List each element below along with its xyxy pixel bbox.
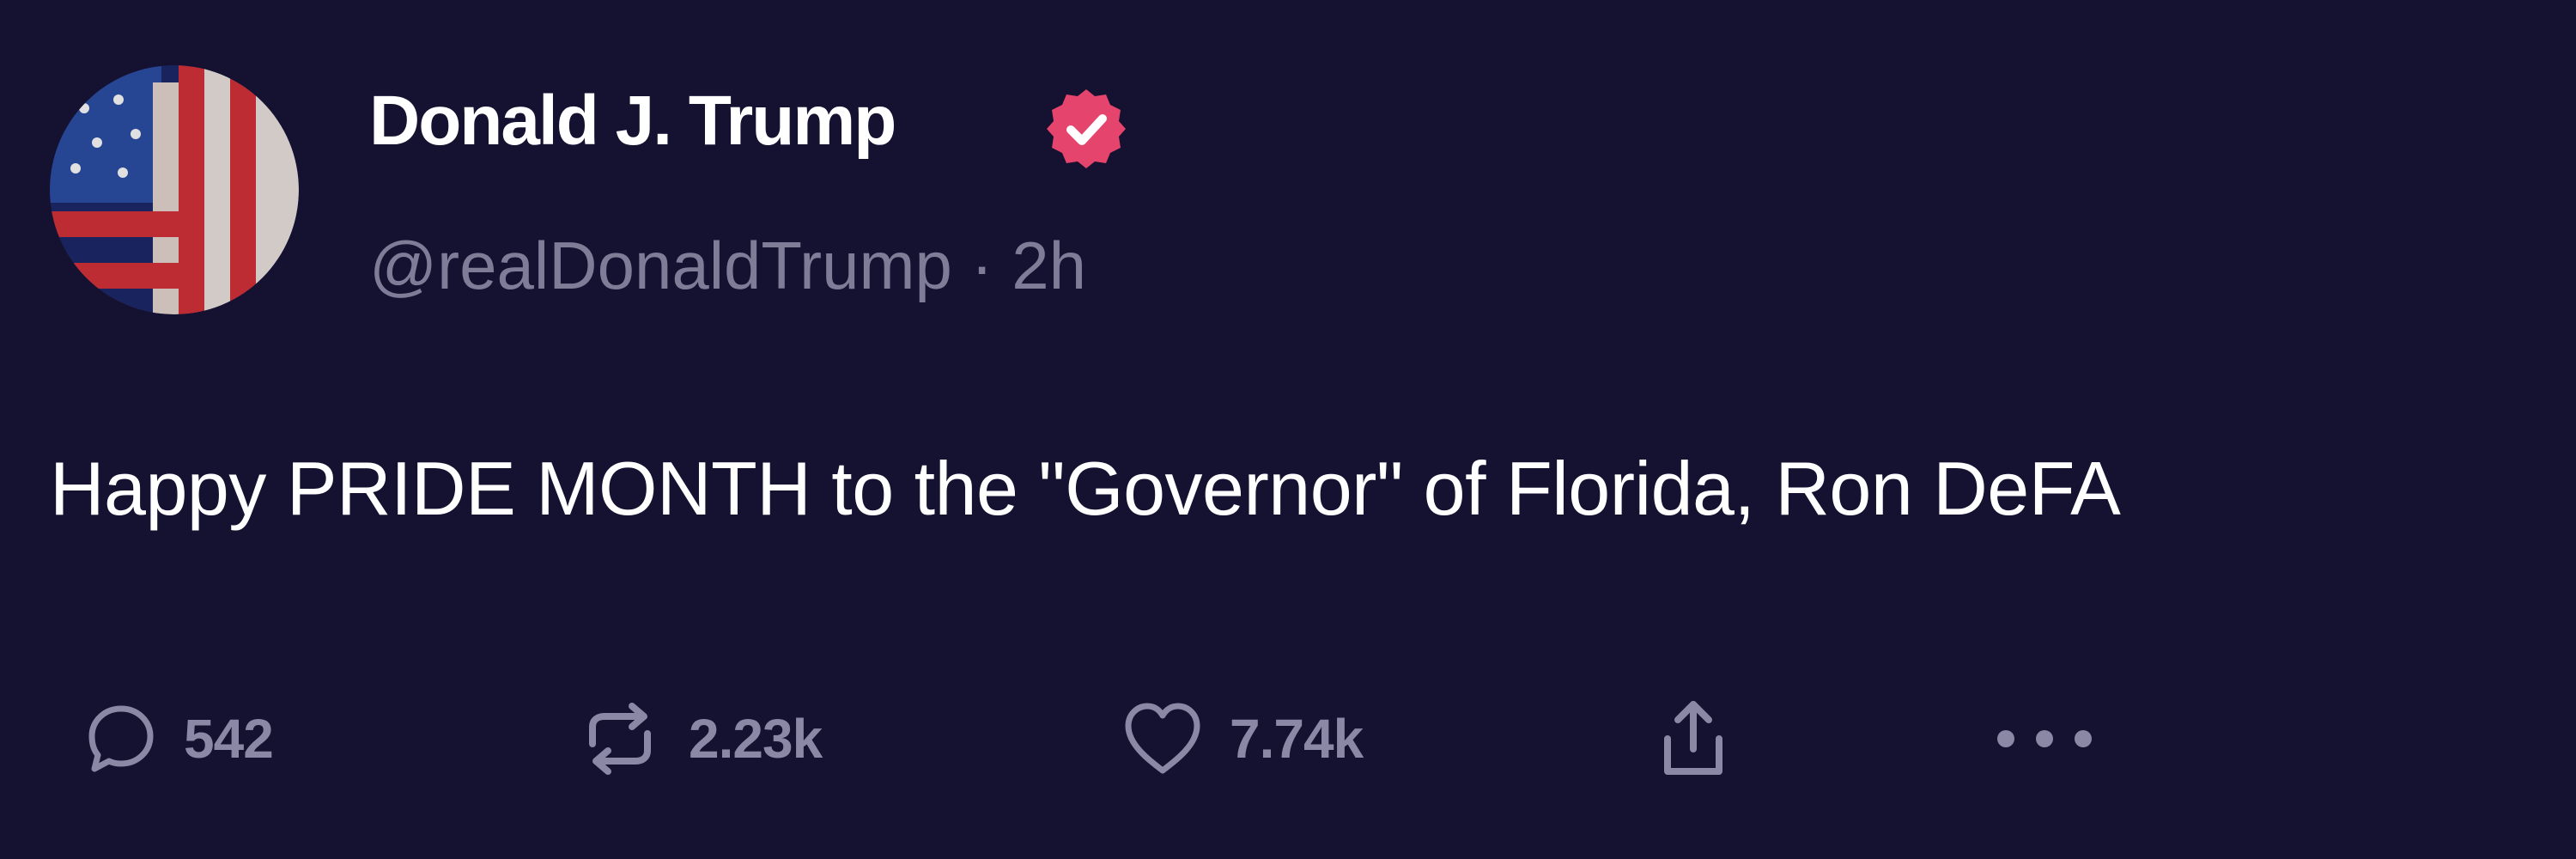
repost-button[interactable]: 2.23k xyxy=(577,687,823,790)
author-handle[interactable]: @realDonaldTrump xyxy=(369,228,952,303)
meta-separator: · xyxy=(970,228,993,303)
post: Donald J. Trump @realDonaldTrump · 2h Ha… xyxy=(0,0,2576,859)
post-time[interactable]: 2h xyxy=(1012,228,1086,303)
heart-icon xyxy=(1125,703,1200,774)
repost-icon xyxy=(589,703,651,775)
share-icon xyxy=(1664,701,1722,775)
post-text: Happy PRIDE MONTH to the "Governor" of F… xyxy=(50,446,2121,531)
reply-icon xyxy=(88,705,154,772)
author-meta: @realDonaldTrump · 2h xyxy=(369,232,1086,299)
more-icon xyxy=(1997,730,2092,747)
more-button[interactable] xyxy=(1989,687,2100,790)
avatar-image xyxy=(50,65,299,314)
avatar[interactable] xyxy=(50,65,299,314)
like-count: 7.74k xyxy=(1230,708,1364,770)
reply-button[interactable]: 542 xyxy=(84,687,274,790)
like-button[interactable]: 7.74k xyxy=(1121,687,1364,790)
author-display-name[interactable]: Donald J. Trump xyxy=(369,86,896,156)
share-button[interactable] xyxy=(1659,687,1728,790)
action-bar: 542 2.23k 7.74k xyxy=(0,687,2576,790)
reply-count: 542 xyxy=(184,708,274,770)
verified-badge-icon xyxy=(1043,86,1129,172)
repost-count: 2.23k xyxy=(689,708,823,770)
